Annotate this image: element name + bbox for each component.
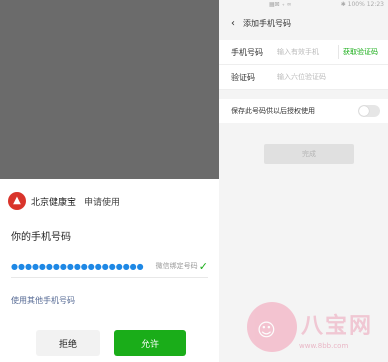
app-name: 北京健康宝 — [31, 197, 77, 208]
dimmed-overlay[interactable] — [0, 0, 219, 179]
sheet-title: 你的手机号码 — [11, 232, 71, 243]
watermark-logo-icon: ☺ — [247, 302, 297, 352]
phone-input[interactable] — [277, 48, 338, 56]
reject-button[interactable]: 拒绝 — [36, 330, 100, 356]
get-code-button[interactable]: 获取验证码 — [338, 45, 382, 59]
watermark-text: 八宝网 — [301, 314, 374, 339]
code-input[interactable] — [277, 73, 388, 81]
code-row: 验证码 — [219, 65, 388, 90]
status-right-info: ✱ 100% 12:23 — [340, 1, 384, 8]
save-number-label: 保存此号码供以后授权使用 — [231, 107, 315, 115]
watermark: ☺ 八宝网 www.8bb.com — [247, 300, 388, 362]
nav-title: 添加手机号码 — [243, 18, 291, 28]
toggle-knob — [359, 106, 369, 116]
phone-label: 手机号码 — [231, 47, 263, 57]
add-phone-form: 手机号码 获取验证码 验证码 — [219, 40, 388, 90]
left-panel: ▲ 北京健康宝 申请使用 你的手机号码 ●●●●●●●●●●●●●●●●●●● … — [0, 0, 219, 362]
phone-auth-sheet: ▲ 北京健康宝 申请使用 你的手机号码 ●●●●●●●●●●●●●●●●●●● … — [0, 179, 219, 362]
watermark-url: www.8bb.com — [299, 342, 349, 350]
request-text: 申请使用 — [84, 197, 121, 208]
save-toggle[interactable] — [358, 105, 380, 117]
app-header: ▲ 北京健康宝 申请使用 — [8, 191, 120, 211]
chevron-left-icon[interactable]: ‹ — [231, 18, 235, 29]
code-label: 验证码 — [231, 72, 255, 82]
confirm-button[interactable]: 完成 — [264, 144, 354, 164]
allow-button[interactable]: 允许 — [114, 330, 186, 356]
nav-bar: ‹ 添加手机号码 — [219, 12, 388, 34]
use-other-phone-link[interactable]: 使用其他手机号码 — [11, 295, 75, 306]
phone-row: 手机号码 获取验证码 — [219, 40, 388, 65]
status-left-icons: ▦⊠ ₊ ∞ — [269, 1, 292, 8]
check-icon: ✓ — [198, 259, 208, 273]
wechat-bound-tag: 微信绑定号码 — [155, 262, 198, 270]
phone-option-row[interactable]: ●●●●●●●●●●●●●●●●●●● 微信绑定号码 ✓ — [11, 255, 208, 278]
status-bar: ▦⊠ ₊ ∞ ✱ 100% 12:23 — [219, 0, 388, 10]
save-number-row: 保存此号码供以后授权使用 — [219, 99, 388, 123]
masked-phone-number: ●●●●●●●●●●●●●●●●●●● — [11, 261, 144, 271]
app-logo-icon: ▲ — [8, 192, 26, 210]
